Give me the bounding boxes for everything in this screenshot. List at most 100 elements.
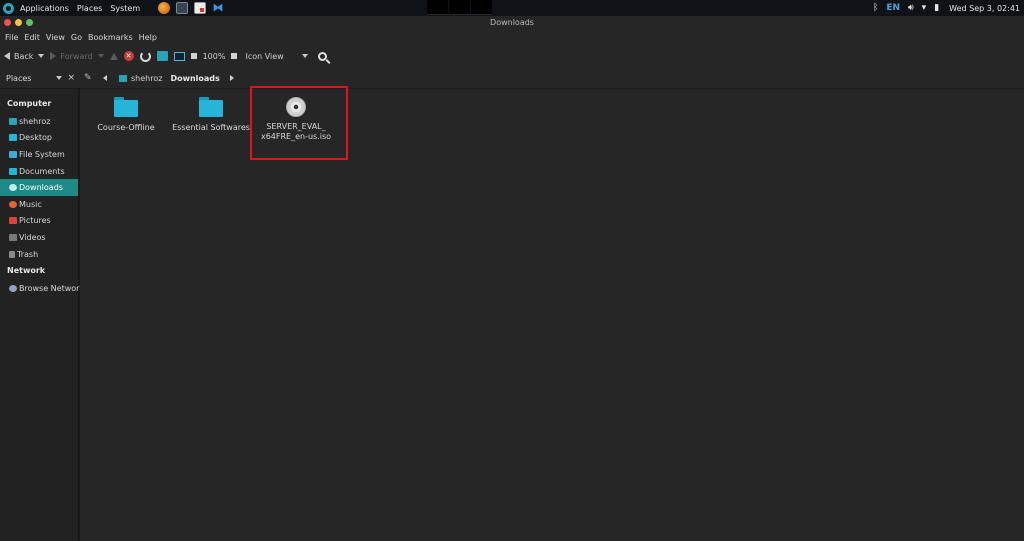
computer-button[interactable] [173,51,185,61]
sidebar-item-label: Pictures [19,216,51,226]
view-mode-select[interactable]: Icon View [245,52,308,61]
breadcrumb-scroll-right-icon[interactable] [229,75,234,81]
window-titlebar[interactable]: Downloads [0,16,1024,30]
sidebar-item-file-system[interactable]: File System [0,146,78,163]
annotation-highlight-box [250,86,348,160]
home-icon [119,74,127,82]
window-list [427,0,493,16]
zoom-out-icon [190,53,197,59]
sidebar-item-browse-network[interactable]: Browse Network [0,280,84,297]
music-icon [9,200,17,208]
window-title: Downloads [490,18,534,27]
vscode-icon[interactable]: ⧓ [212,2,224,14]
breadcrumb-shehroz[interactable]: shehroz [115,74,166,83]
text-editor-icon[interactable] [194,2,207,14]
pictures-icon [9,217,17,225]
back-label: Back [14,51,34,61]
top-panel: Applications Places System ⧓ ᛒ EN 🔊︎ ▾ ▮… [0,0,1024,16]
up-button[interactable] [109,52,118,60]
breadcrumb-label: shehroz [131,73,163,83]
sidebar-item-trash[interactable]: Trash [0,246,78,263]
keyboard-layout-indicator[interactable]: EN [886,3,900,13]
sidebar-item-label: shehroz [19,116,51,126]
computer-icon [173,51,185,61]
sidebar-item-label: File System [19,149,65,159]
stop-button[interactable]: ✕ [123,51,134,61]
forward-button[interactable]: Forward [50,51,104,61]
zoom-in-button[interactable] [231,53,238,59]
toolbar: Back Forward ✕ 100% Icon View [0,45,1024,67]
window-task-thumbnail[interactable] [471,0,492,15]
sidebar-item-label: Browse Network [19,284,85,294]
search-button[interactable] [317,51,327,61]
menu-edit[interactable]: Edit [21,33,43,42]
sidebar-item-documents[interactable]: Documents [0,163,78,180]
toggle-location-entry-icon[interactable]: ✎ [84,73,93,83]
sidebar-item-pictures[interactable]: Pictures [0,213,78,230]
sidebar: Computer shehroz Desktop File System Doc… [0,89,84,541]
menu-help[interactable]: Help [136,33,160,42]
documents-folder-icon [9,167,17,175]
firefox-icon[interactable] [158,2,171,14]
home-button[interactable] [156,51,168,61]
stop-icon: ✕ [123,51,134,61]
network-icon [9,285,17,293]
sidebar-item-label: Desktop [19,133,52,143]
breadcrumb-scroll-left-icon[interactable] [103,75,107,81]
close-side-pane-icon[interactable]: × [67,73,75,83]
menu-bookmarks[interactable]: Bookmarks [85,33,136,42]
back-history-dropdown-icon[interactable] [38,54,45,58]
bluetooth-icon[interactable]: ᛒ [873,3,878,13]
file-name: Essential Softwares [172,123,250,132]
videos-icon [9,233,17,241]
home-folder-icon [156,51,168,61]
reload-button[interactable] [139,50,151,62]
chevron-down-icon [56,76,63,80]
sidebar-item-shehroz[interactable]: shehroz [0,113,78,130]
menu-file[interactable]: File [2,33,21,42]
forward-label: Forward [60,51,93,61]
menu-go[interactable]: Go [68,33,85,42]
home-icon [9,117,17,125]
chevron-down-icon [301,54,308,58]
folder-icon [114,97,138,117]
sidebar-item-downloads[interactable]: Downloads [0,179,78,196]
applications-menu[interactable]: Applications [16,4,73,13]
sidebar-item-label: Music [19,199,42,209]
reload-icon [139,50,151,62]
zoom-level[interactable]: 100% [203,52,226,61]
clock[interactable]: Wed Sep 3, 02:41 [949,4,1020,13]
menu-view[interactable]: View [43,33,68,42]
sidebar-heading-network: Network [7,266,46,276]
battery-icon[interactable]: ▮ [934,3,939,13]
network-icon[interactable]: ▾ [922,3,927,13]
applications-logo-icon[interactable] [3,2,14,14]
file-item-course-offline[interactable]: Course-Offline [82,97,170,133]
zoom-in-icon [231,53,238,59]
forward-arrow-icon [50,52,57,60]
breadcrumb-downloads[interactable]: Downloads [166,74,223,83]
system-menu[interactable]: System [106,4,144,13]
sidebar-item-videos[interactable]: Videos [0,229,78,246]
sidebar-heading-computer: Computer [7,99,52,108]
window-task-thumbnail[interactable] [427,0,448,15]
sidebar-item-desktop[interactable]: Desktop [0,130,78,147]
trash-icon [9,250,15,258]
file-item-essential-softwares[interactable]: Essential Softwares [167,97,255,133]
drive-icon [9,150,17,158]
side-pane-select[interactable]: Places × [3,71,75,85]
menubar: File Edit View Go Bookmarks Help [0,30,1024,45]
search-icon [317,51,327,61]
places-menu[interactable]: Places [73,4,106,13]
sidebar-item-music[interactable]: Music [0,196,78,213]
window-task-thumbnail[interactable] [449,0,470,15]
file-view[interactable]: Course-Offline Essential Softwares SERVE… [80,86,1024,541]
downloads-icon [9,184,17,192]
terminal-icon[interactable] [176,2,189,14]
volume-icon[interactable]: 🔊︎ [908,3,914,13]
back-button[interactable]: Back [4,51,45,61]
forward-history-dropdown-icon[interactable] [97,54,104,58]
up-arrow-icon [109,52,118,60]
side-pane-label: Places [6,73,32,83]
zoom-out-button[interactable] [190,53,197,59]
